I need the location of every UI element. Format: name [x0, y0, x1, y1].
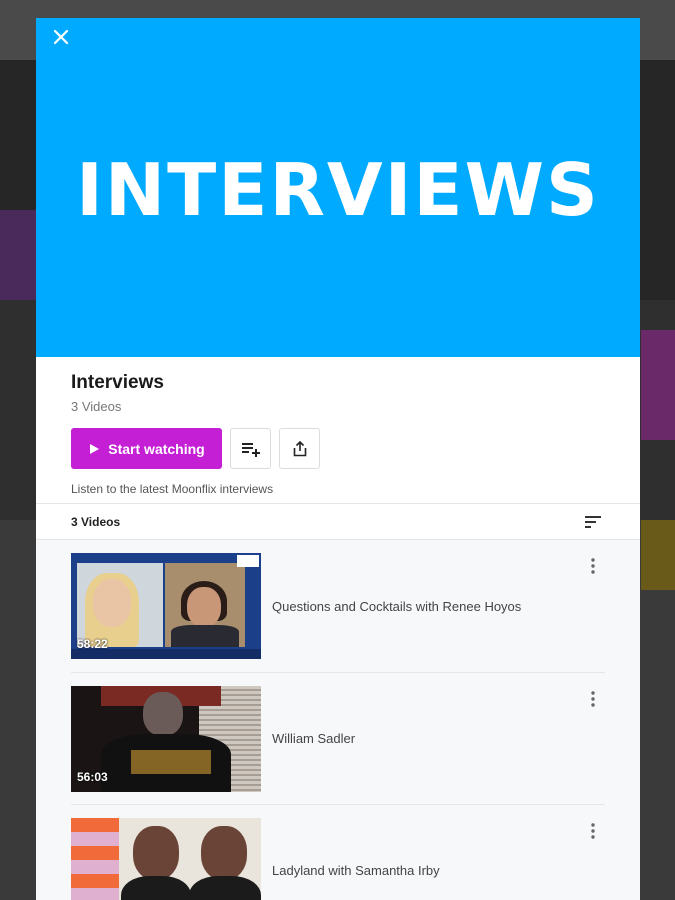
thumbnail-art [131, 749, 211, 774]
background-accent [641, 330, 675, 440]
start-watching-button[interactable]: Start watching [71, 428, 222, 469]
video-list: 58:22 Questions and Cocktails with Renee… [36, 540, 640, 900]
more-vert-icon [591, 691, 595, 707]
collection-info: Interviews 3 Videos Start watching Liste… [36, 357, 640, 503]
thumbnail-art [201, 825, 247, 880]
thumbnail-art [133, 825, 179, 880]
video-list-item[interactable]: Ladyland with Samantha Irby [71, 805, 605, 900]
action-bar: Start watching [71, 428, 605, 469]
video-duration: 56:03 [77, 769, 108, 784]
list-header: 3 Videos [36, 503, 640, 540]
sort-icon [585, 515, 601, 528]
video-title[interactable]: William Sadler [272, 731, 605, 746]
playlist-add-icon [241, 442, 260, 457]
thumbnail-art [71, 817, 119, 900]
video-title[interactable]: Questions and Cocktails with Renee Hoyos [272, 599, 605, 614]
thumbnail-logo [237, 555, 259, 567]
video-duration: 58:22 [77, 637, 108, 651]
share-button[interactable] [279, 428, 320, 469]
collection-title: Interviews [71, 372, 164, 393]
thumbnail-art [93, 579, 131, 627]
hero-banner: INTERVIEWS [36, 18, 640, 357]
add-to-queue-button[interactable] [230, 428, 271, 469]
more-options-button[interactable] [583, 819, 603, 843]
start-watching-label: Start watching [108, 440, 205, 457]
collection-description: Listen to the latest Moonflix interviews [71, 482, 274, 496]
sort-button[interactable] [581, 510, 605, 534]
thumbnail-art [187, 587, 221, 627]
more-vert-icon [591, 558, 595, 574]
close-icon [53, 29, 69, 45]
background-accent [0, 210, 36, 300]
more-vert-icon [591, 823, 595, 839]
background-accent [641, 520, 675, 590]
video-title[interactable]: Ladyland with Samantha Irby [272, 863, 605, 878]
video-list-item[interactable]: 56:03 William Sadler [71, 673, 605, 805]
list-header-label: 3 Videos [71, 514, 121, 529]
close-button[interactable] [50, 26, 72, 48]
video-thumbnail[interactable]: 56:03 [71, 685, 261, 792]
video-count: 3 Videos [71, 399, 122, 414]
share-icon [293, 440, 306, 456]
thumbnail-art [121, 875, 191, 900]
video-list-item[interactable]: 58:22 Questions and Cocktails with Renee… [71, 540, 605, 673]
thumbnail-art [143, 691, 183, 736]
play-icon [90, 443, 100, 454]
more-options-button[interactable] [583, 687, 603, 711]
thumbnail-art [171, 625, 239, 647]
video-thumbnail[interactable] [71, 817, 261, 900]
more-options-button[interactable] [583, 554, 603, 578]
video-thumbnail[interactable]: 58:22 [71, 553, 261, 659]
thumbnail-art [189, 875, 261, 900]
hero-title: INTERVIEWS [76, 147, 600, 232]
collection-modal: INTERVIEWS Interviews 3 Videos Start wat… [36, 18, 640, 900]
